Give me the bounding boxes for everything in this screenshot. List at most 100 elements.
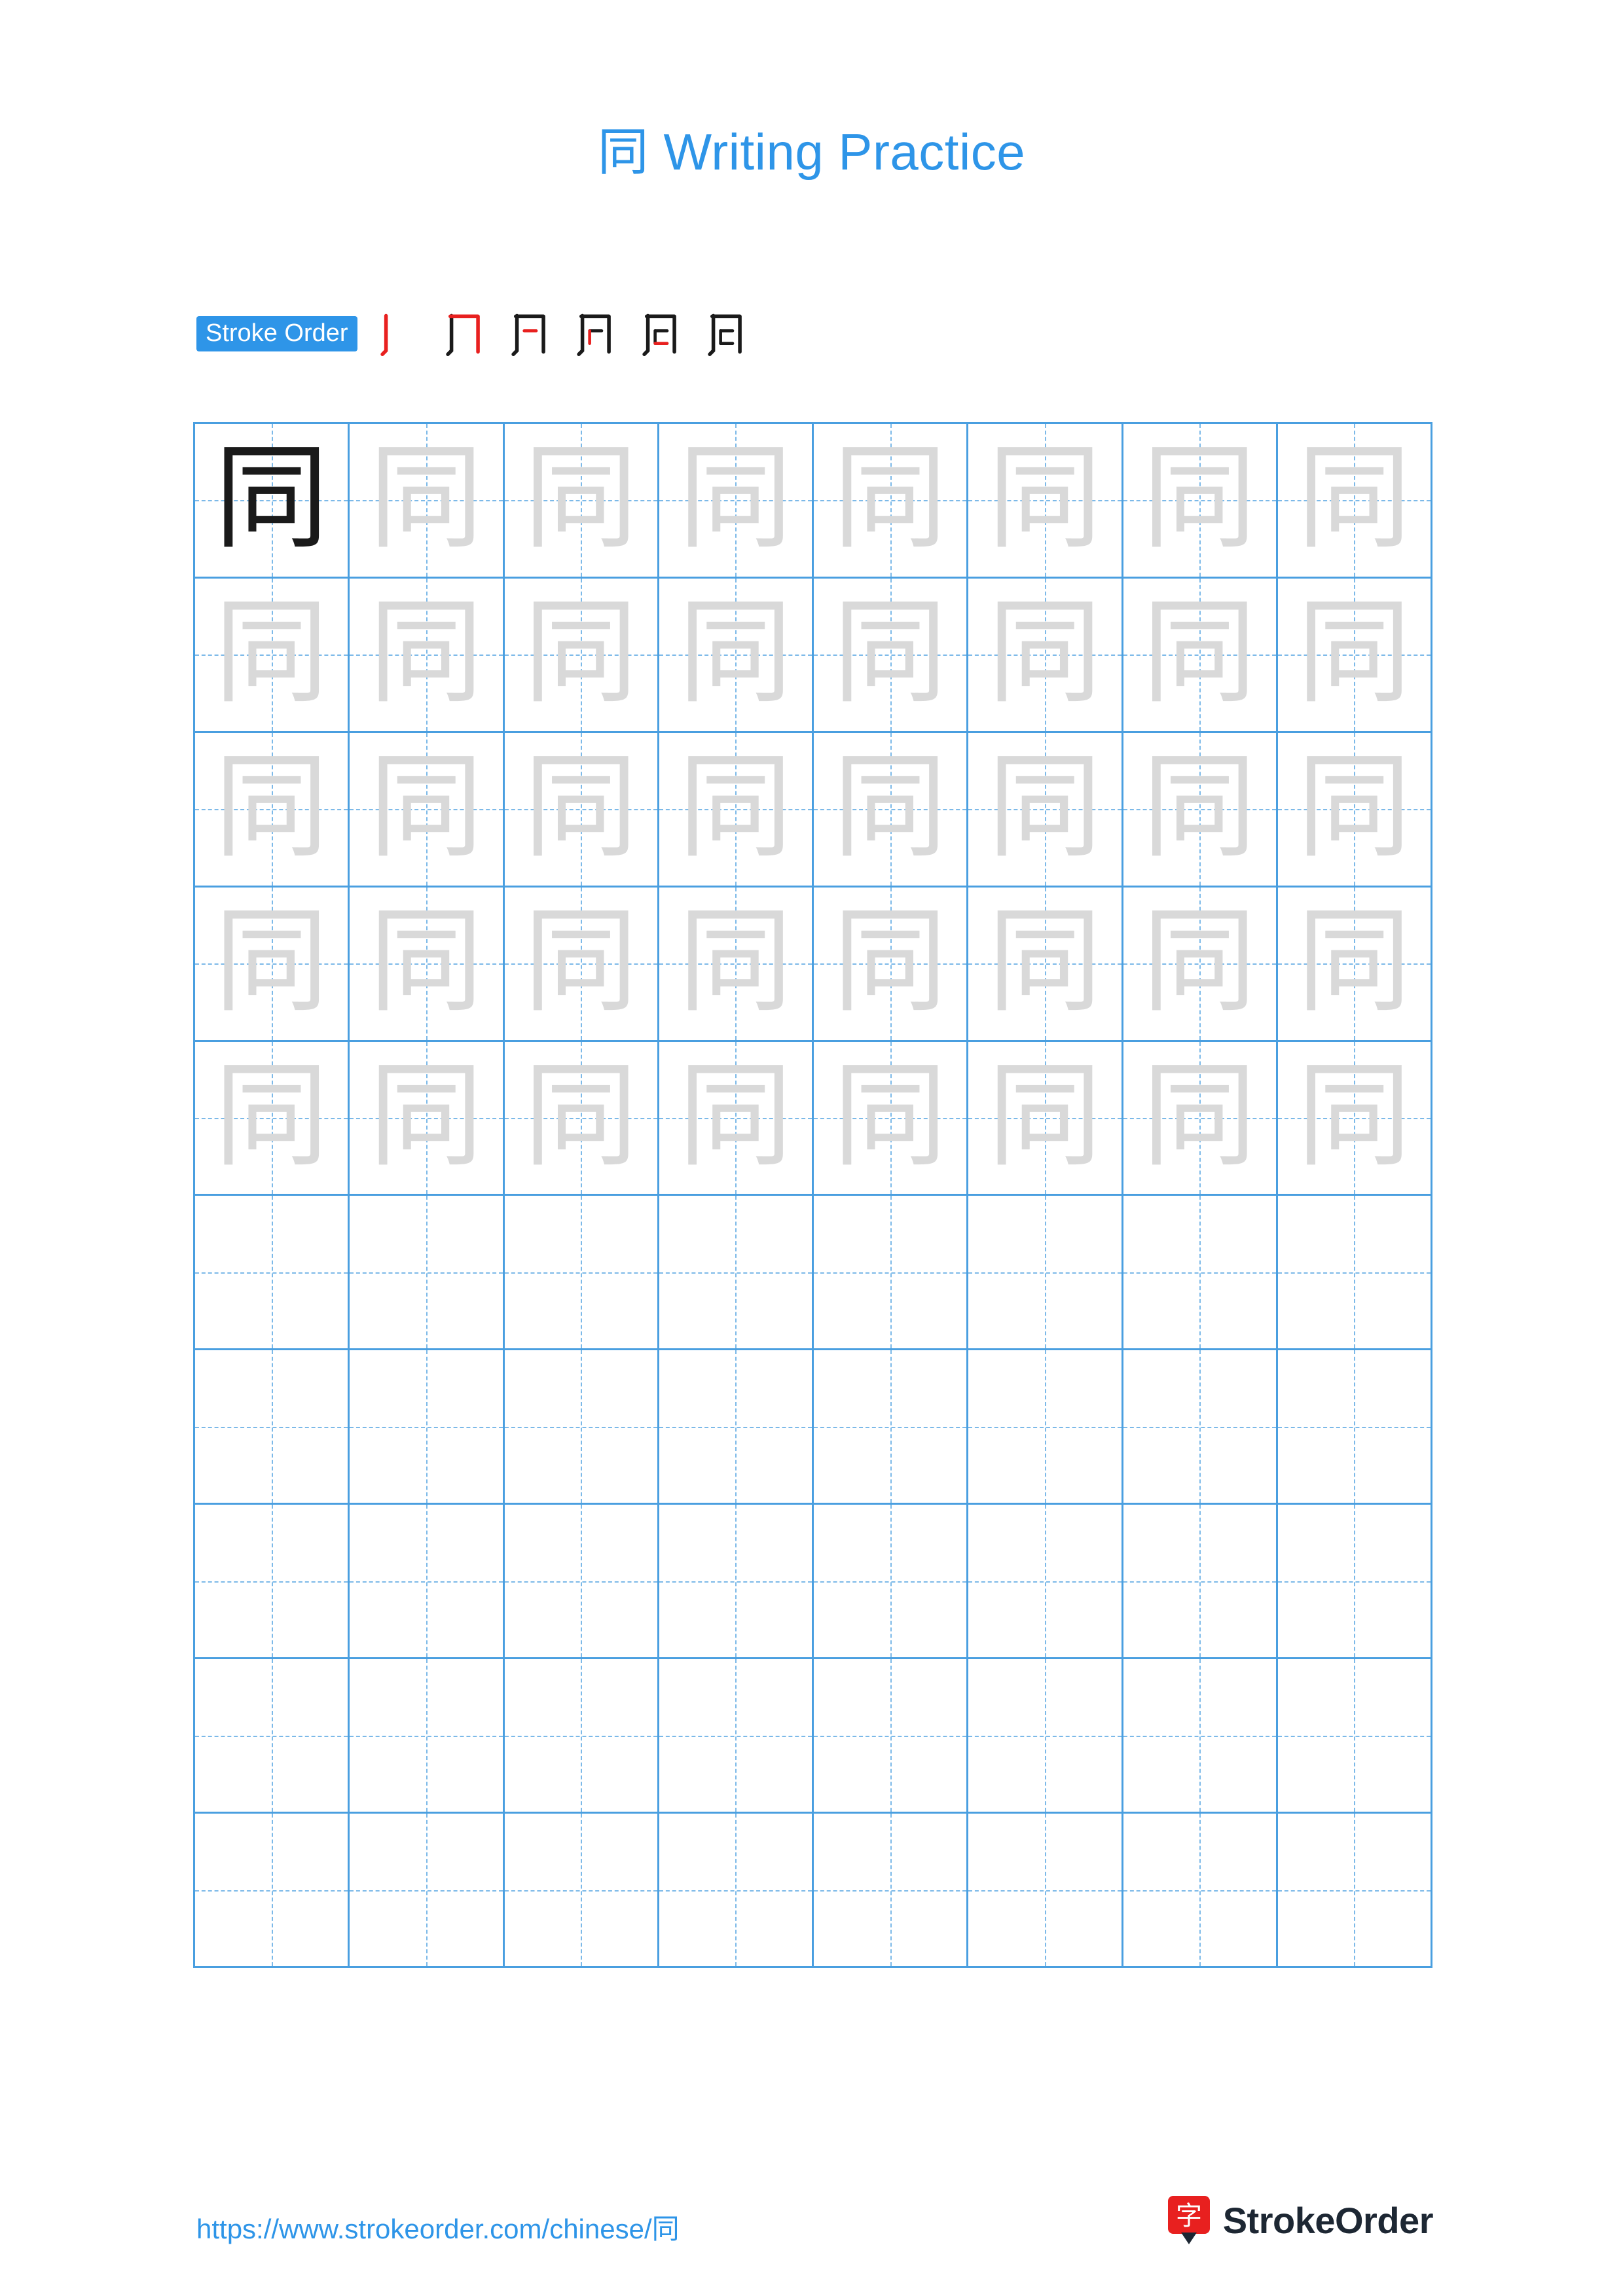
blank-cell	[505, 1196, 657, 1348]
blank-cell	[1278, 1505, 1431, 1657]
blank-cell	[195, 1814, 348, 1966]
practice-cell	[350, 1659, 505, 1814]
practice-cell	[1277, 1505, 1432, 1660]
stroke-step-3	[499, 304, 559, 364]
stroke-step-2	[433, 304, 494, 364]
blank-cell	[350, 1814, 502, 1966]
trace-character: 同	[833, 431, 948, 565]
practice-cell: 同	[504, 732, 659, 888]
trace-character: 同	[369, 431, 484, 565]
practice-cell: 同	[504, 424, 659, 579]
practice-cell	[968, 1659, 1123, 1814]
practice-cell	[968, 1505, 1123, 1660]
footer-url[interactable]: https://www.strokeorder.com/chinese/同	[196, 2207, 680, 2247]
practice-cell: 同	[659, 424, 814, 579]
blank-cell	[968, 1505, 1121, 1657]
practice-cell: 同	[350, 1041, 505, 1196]
practice-cell: 同	[195, 1041, 350, 1196]
practice-cell	[1277, 1196, 1432, 1351]
stroke-order-section: Stroke Order	[196, 311, 761, 357]
practice-cell: 同	[195, 732, 350, 888]
practice-cell: 同	[504, 1041, 659, 1196]
practice-cell	[1277, 1659, 1432, 1814]
practice-cell	[1123, 1196, 1278, 1351]
blank-cell	[1278, 1814, 1431, 1966]
blank-cell	[659, 1505, 812, 1657]
trace-character: 同	[214, 1049, 329, 1183]
trace-character: 同	[678, 1049, 793, 1183]
practice-cell	[1277, 1814, 1432, 1968]
practice-cell: 同	[1123, 1041, 1278, 1196]
practice-cell: 同	[1277, 1041, 1432, 1196]
practice-cell	[1123, 1505, 1278, 1660]
trace-character: 同	[987, 740, 1103, 874]
practice-cell	[814, 1505, 969, 1660]
practice-cell: 同	[968, 578, 1123, 733]
practice-cell: 同	[659, 578, 814, 733]
trace-character: 同	[1296, 431, 1412, 565]
blank-cell	[659, 1196, 812, 1348]
practice-cell	[350, 1196, 505, 1351]
trace-character: 同	[214, 895, 329, 1028]
practice-cell	[195, 1814, 350, 1968]
practice-cell: 同	[1277, 578, 1432, 733]
blank-cell	[814, 1350, 966, 1503]
practice-cell: 同	[350, 578, 505, 733]
practice-cell: 同	[1123, 887, 1278, 1042]
stroke-step-1	[368, 304, 428, 364]
blank-cell	[505, 1350, 657, 1503]
blank-cell	[659, 1659, 812, 1812]
practice-cell: 同	[1123, 424, 1278, 579]
practice-cell	[968, 1350, 1123, 1505]
stroke-step-6	[695, 304, 756, 364]
practice-cell: 同	[659, 1041, 814, 1196]
practice-cell: 同	[968, 1041, 1123, 1196]
practice-cell: 同	[814, 1041, 969, 1196]
practice-cell	[1123, 1814, 1278, 1968]
practice-cell	[195, 1505, 350, 1660]
stroke-order-list	[368, 304, 761, 364]
trace-character: 同	[987, 586, 1103, 719]
trace-character: 同	[523, 1049, 638, 1183]
trace-character: 同	[987, 1049, 1103, 1183]
practice-cell	[195, 1659, 350, 1814]
blank-cell	[814, 1659, 966, 1812]
blank-cell	[195, 1659, 348, 1812]
blank-cell	[968, 1659, 1121, 1812]
brand-logo-group: 字 StrokeOrder	[1167, 2194, 1434, 2246]
trace-character: 同	[1142, 1049, 1257, 1183]
footer-url-text: https://www.strokeorder.com/chinese/同	[196, 2214, 680, 2244]
trace-character: 同	[369, 1049, 484, 1183]
practice-cell	[195, 1350, 350, 1505]
practice-cell: 同	[1123, 578, 1278, 733]
practice-grid: 同同同同同同同同同同同同同同同同同同同同同同同同同同同同同同同同同同同同同同同同	[193, 422, 1432, 1968]
blank-cell	[1278, 1196, 1431, 1348]
blank-cell	[195, 1505, 348, 1657]
practice-cell: 同	[968, 887, 1123, 1042]
practice-cell	[1123, 1350, 1278, 1505]
trace-character: 同	[214, 740, 329, 874]
practice-cell	[504, 1659, 659, 1814]
practice-cell	[968, 1196, 1123, 1351]
trace-character: 同	[833, 1049, 948, 1183]
blank-cell	[1123, 1196, 1276, 1348]
trace-character: 同	[523, 740, 638, 874]
practice-cell	[659, 1196, 814, 1351]
stroke-order-badge: Stroke Order	[196, 316, 357, 351]
trace-character: 同	[678, 431, 793, 565]
practice-cell: 同	[1123, 732, 1278, 888]
practice-cell: 同	[195, 578, 350, 733]
brand-name: StrokeOrder	[1222, 2199, 1434, 2241]
svg-text:字: 字	[1176, 2201, 1202, 2231]
blank-cell	[659, 1350, 812, 1503]
blank-cell	[814, 1505, 966, 1657]
practice-cell	[659, 1350, 814, 1505]
blank-cell	[350, 1196, 502, 1348]
practice-cell	[814, 1350, 969, 1505]
page-title-character: 同	[597, 123, 649, 182]
practice-cell	[659, 1659, 814, 1814]
trace-character: 同	[833, 740, 948, 874]
trace-character: 同	[833, 895, 948, 1028]
trace-character: 同	[1296, 895, 1412, 1028]
trace-character: 同	[1142, 431, 1257, 565]
